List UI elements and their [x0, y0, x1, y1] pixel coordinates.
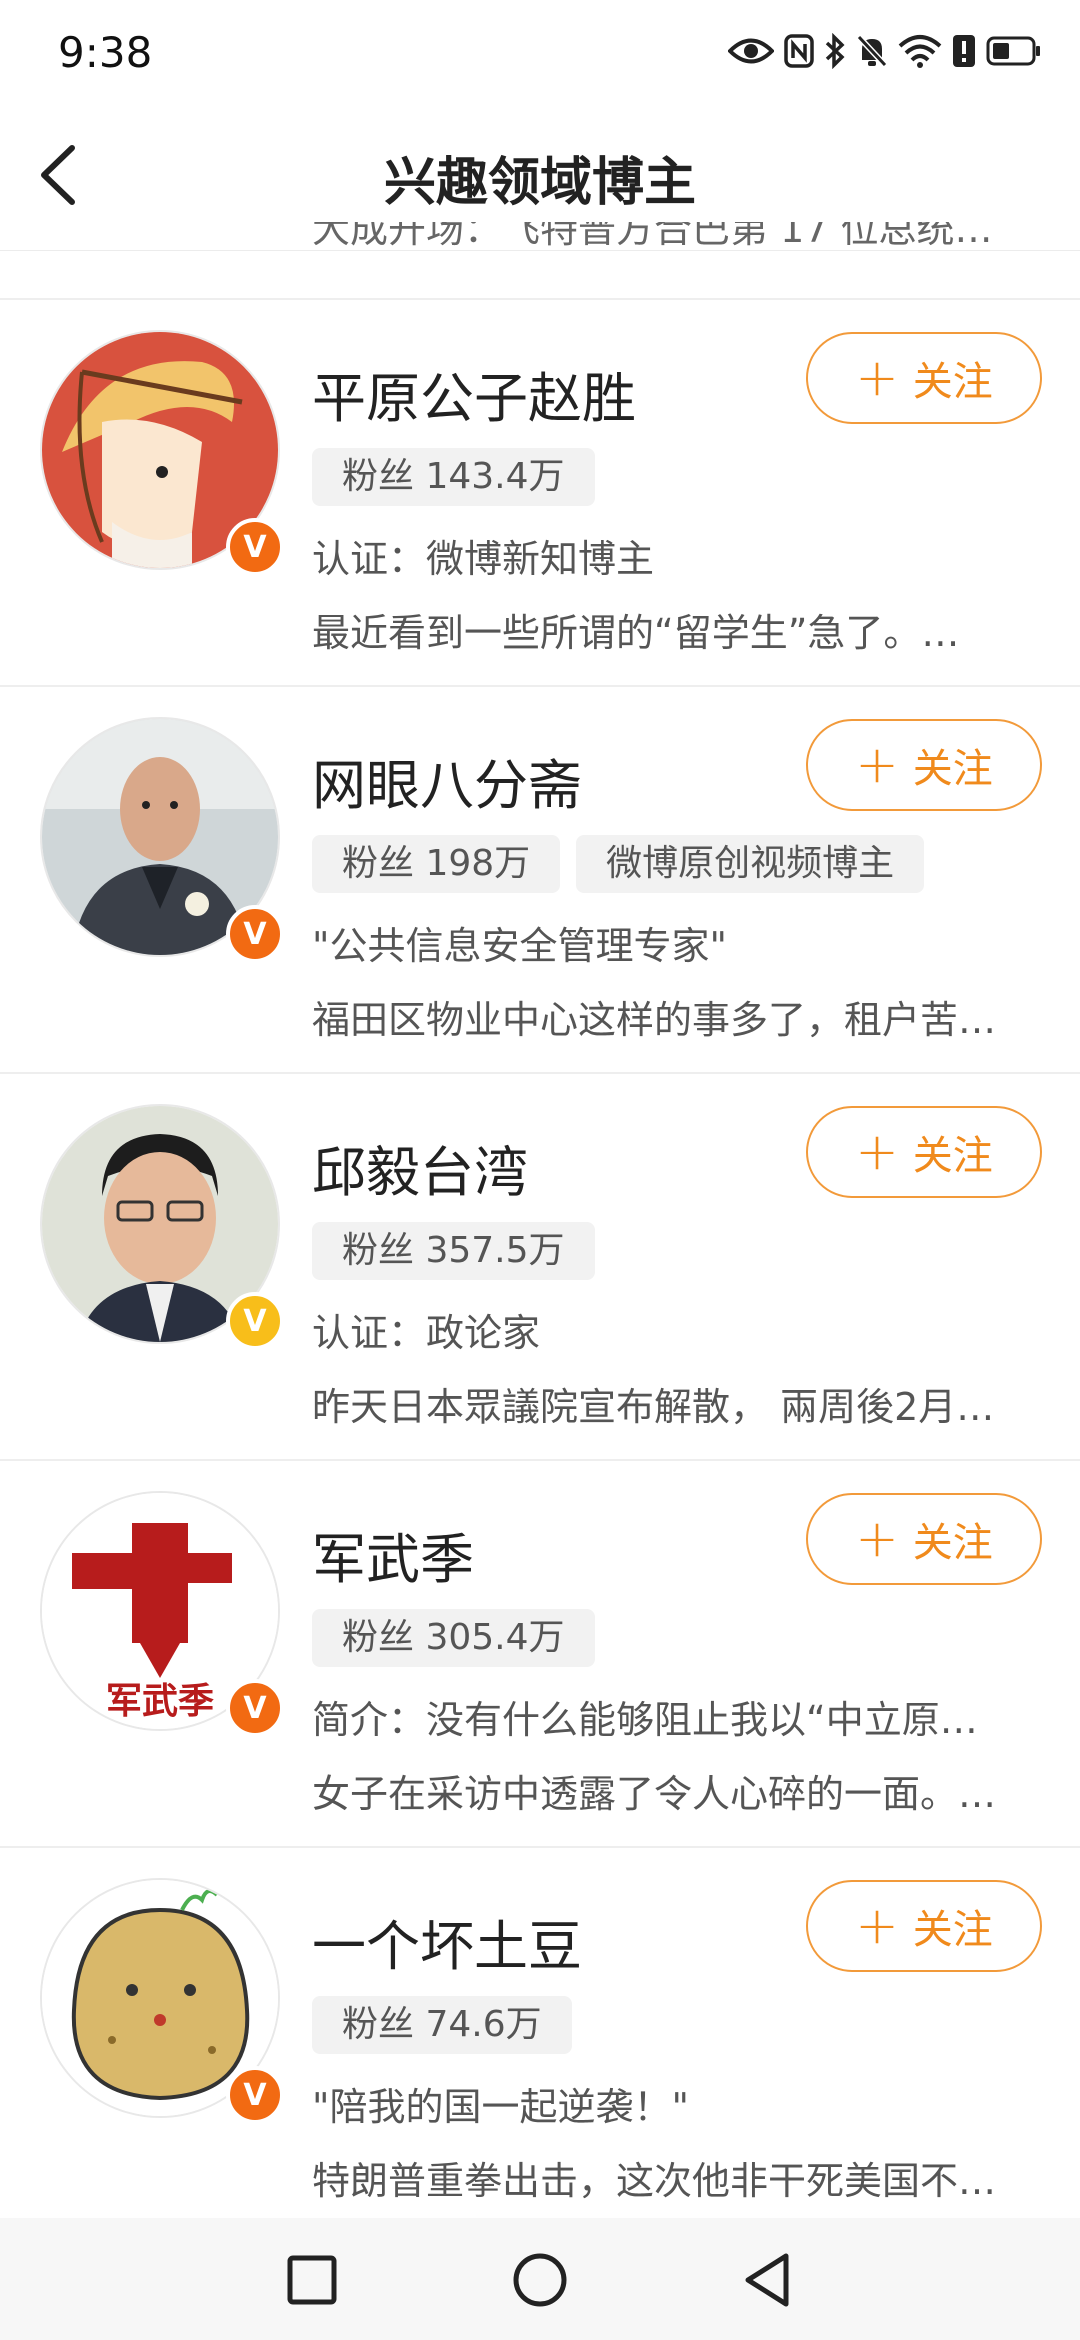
- fans-tag: 粉丝 74.6万: [312, 1996, 572, 2054]
- verified-badge-icon: V: [226, 2066, 284, 2124]
- blogger-list: V 平原公子赵胜 + 关注 粉丝 143.4万 认证：微博新知博主 最近看到一些所…: [0, 300, 1080, 2235]
- follow-button[interactable]: + 关注: [806, 1493, 1042, 1585]
- plus-icon: +: [855, 348, 899, 408]
- description-text: "公共信息安全管理专家": [312, 924, 727, 968]
- battery-icon: [986, 36, 1040, 66]
- follow-button[interactable]: + 关注: [806, 332, 1042, 424]
- status-time: 9:38: [58, 28, 153, 77]
- home-button[interactable]: [508, 2248, 572, 2312]
- intro-text: 简介：没有什么能够阻止我以“中立原…: [312, 1698, 978, 1742]
- list-item[interactable]: 军武季 V 军武季 + 关注 粉丝 305.4万 简介：没有什么能够阻止我以“中立…: [0, 1461, 1080, 1848]
- status-bar: 9:38: [0, 0, 1080, 100]
- plus-icon: +: [855, 1896, 899, 1956]
- system-nav-bar: [0, 2218, 1080, 2340]
- list-item[interactable]: V 网眼八分斋 + 关注 粉丝 198万 微博原创视频博主 "公共信息安全管理专家…: [0, 687, 1080, 1074]
- tag-row: 粉丝 305.4万: [312, 1609, 595, 1667]
- triangle-back-icon: [745, 2253, 789, 2307]
- latest-post-text[interactable]: 福田区物业中心这样的事多了，租户苦…: [312, 989, 1042, 1044]
- logo-text: 军武季: [106, 1681, 214, 1722]
- wifi-icon: [898, 35, 942, 68]
- partial-text: 大成开场：飞特普方合巴第 17 位总统…: [312, 222, 993, 251]
- follow-label: 关注: [912, 746, 993, 792]
- eye-icon: [728, 38, 774, 64]
- bluetooth-icon: [825, 33, 845, 69]
- tag-row: 粉丝 74.6万: [312, 1996, 572, 2054]
- tag-row: 粉丝 357.5万: [312, 1222, 595, 1280]
- latest-post-text[interactable]: 昨天日本眾議院宣布解散， 兩周後2月…: [312, 1376, 1042, 1431]
- verified-badge-icon: V: [226, 1292, 284, 1350]
- certification-text: 认证：政论家: [312, 1311, 541, 1355]
- square-icon: [287, 2255, 337, 2305]
- latest-post-text[interactable]: 女子在采访中透露了令人心碎的一面。…: [312, 1763, 1042, 1818]
- plus-icon: +: [855, 1122, 899, 1182]
- follow-label: 关注: [912, 1133, 993, 1179]
- tag-row: 粉丝 143.4万: [312, 448, 595, 506]
- follow-label: 关注: [912, 1520, 993, 1566]
- plus-icon: +: [855, 735, 899, 795]
- page-title: 兴趣领域博主: [383, 153, 696, 213]
- blogger-name[interactable]: 军武季: [312, 1515, 474, 1594]
- follow-label: 关注: [912, 359, 993, 405]
- back-nav-button[interactable]: [736, 2248, 800, 2312]
- mute-icon: [856, 34, 888, 68]
- fans-tag: 粉丝 198万: [312, 835, 561, 893]
- latest-post-text[interactable]: 特朗普重拳出击，这次他非干死美国不…: [312, 2150, 1042, 2205]
- verified-badge-icon: V: [226, 1679, 284, 1737]
- blogger-name[interactable]: 一个坏土豆: [312, 1902, 582, 1981]
- latest-post-text[interactable]: 最近看到一些所谓的“留学生”急了。…: [312, 602, 1042, 657]
- blogger-name[interactable]: 网眼八分斋: [312, 741, 582, 820]
- verified-badge-icon: V: [226, 518, 284, 576]
- follow-button[interactable]: + 关注: [806, 1106, 1042, 1198]
- list-item[interactable]: V 平原公子赵胜 + 关注 粉丝 143.4万 认证：微博新知博主 最近看到一些所…: [0, 300, 1080, 687]
- circle-icon: [513, 2253, 567, 2307]
- recents-button[interactable]: [280, 2248, 344, 2312]
- description-text: "陪我的国一起逆袭！": [312, 2085, 689, 2129]
- fans-tag: 粉丝 143.4万: [312, 448, 595, 506]
- plus-icon: +: [855, 1509, 899, 1569]
- fans-tag: 粉丝 357.5万: [312, 1222, 595, 1280]
- fans-tag: 粉丝 305.4万: [312, 1609, 595, 1667]
- category-tag: 微博原创视频博主: [576, 835, 925, 893]
- blogger-name[interactable]: 邱毅台湾: [312, 1128, 528, 1207]
- follow-button[interactable]: + 关注: [806, 1880, 1042, 1972]
- list-item[interactable]: V 邱毅台湾 + 关注 粉丝 357.5万 认证：政论家 昨天日本眾議院宣布解散，…: [0, 1074, 1080, 1461]
- blogger-name[interactable]: 平原公子赵胜: [312, 354, 636, 433]
- certification-text: 认证：微博新知博主: [312, 537, 655, 581]
- status-icons: [728, 26, 1042, 76]
- list-item[interactable]: V 一个坏土豆 + 关注 粉丝 74.6万 "陪我的国一起逆袭！" 特朗普重拳出击…: [0, 1848, 1080, 2235]
- nfc-icon: [784, 34, 814, 68]
- follow-label: 关注: [912, 1907, 993, 1953]
- verified-badge-icon: V: [226, 905, 284, 963]
- follow-button[interactable]: + 关注: [806, 719, 1042, 811]
- partial-list-item-text: 大成开场：飞特普方合巴第 17 位总统…: [312, 222, 1052, 260]
- tag-row: 粉丝 198万 微博原创视频博主: [312, 835, 925, 893]
- alert-icon: [953, 35, 975, 67]
